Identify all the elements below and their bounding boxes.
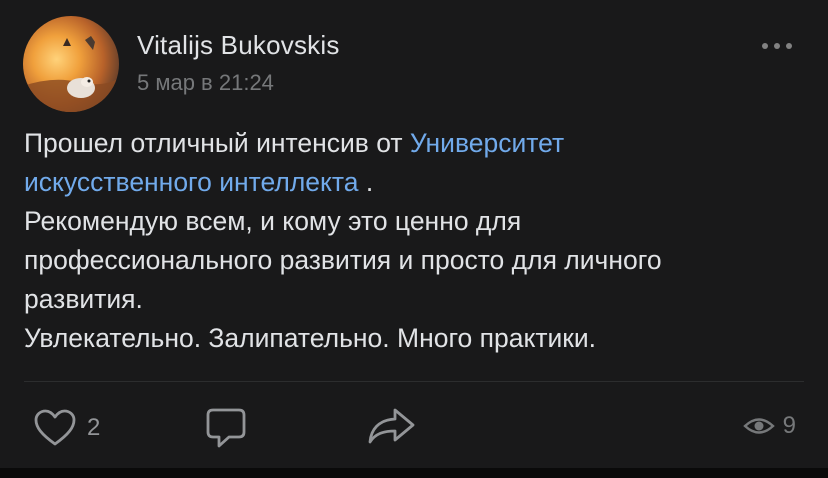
post-card: Vitalijs Bukovskis 5 мар в 21:24 Прошел … [0, 0, 828, 478]
share-button[interactable] [367, 406, 417, 451]
post-timestamp[interactable]: 5 мар в 21:24 [137, 70, 274, 96]
post-text-segment: Прошел отличный интенсив от [24, 128, 410, 158]
heart-outline-icon [34, 409, 76, 446]
share-arrow-icon [368, 408, 415, 444]
post-text-line-1: Прошел отличный интенсив от Университет [24, 124, 804, 163]
views-counter: 9 [742, 412, 796, 440]
comment-bubble-icon [206, 408, 246, 448]
divider [24, 381, 804, 382]
post-text-line-6: Увлекательно. Залипательно. Много практи… [24, 323, 597, 353]
eye-icon [742, 418, 775, 434]
post-text-line-4: профессионального развития и просто для … [24, 245, 662, 275]
views-count: 9 [782, 412, 796, 439]
feed-separator [0, 468, 828, 478]
group-link-continued[interactable]: искусственного интеллекта [24, 167, 359, 197]
more-options-button[interactable] [760, 36, 794, 56]
post-text-line-5: развития. [24, 284, 143, 314]
post-text: Прошел отличный интенсив от Университет … [24, 124, 804, 358]
author-avatar[interactable] [23, 16, 119, 112]
post-text-line-3: Рекомендую всем, и кому это ценно для [24, 206, 522, 236]
post-text-segment: . [358, 167, 374, 197]
like-button[interactable]: 2 [33, 406, 100, 450]
post-text-line-2: искусственного интеллекта . [24, 163, 804, 202]
like-count: 2 [87, 414, 101, 441]
comment-button[interactable] [205, 406, 247, 455]
author-name[interactable]: Vitalijs Bukovskis [137, 30, 340, 61]
more-horizontal-icon [762, 43, 792, 49]
group-link[interactable]: Университет [410, 128, 564, 158]
